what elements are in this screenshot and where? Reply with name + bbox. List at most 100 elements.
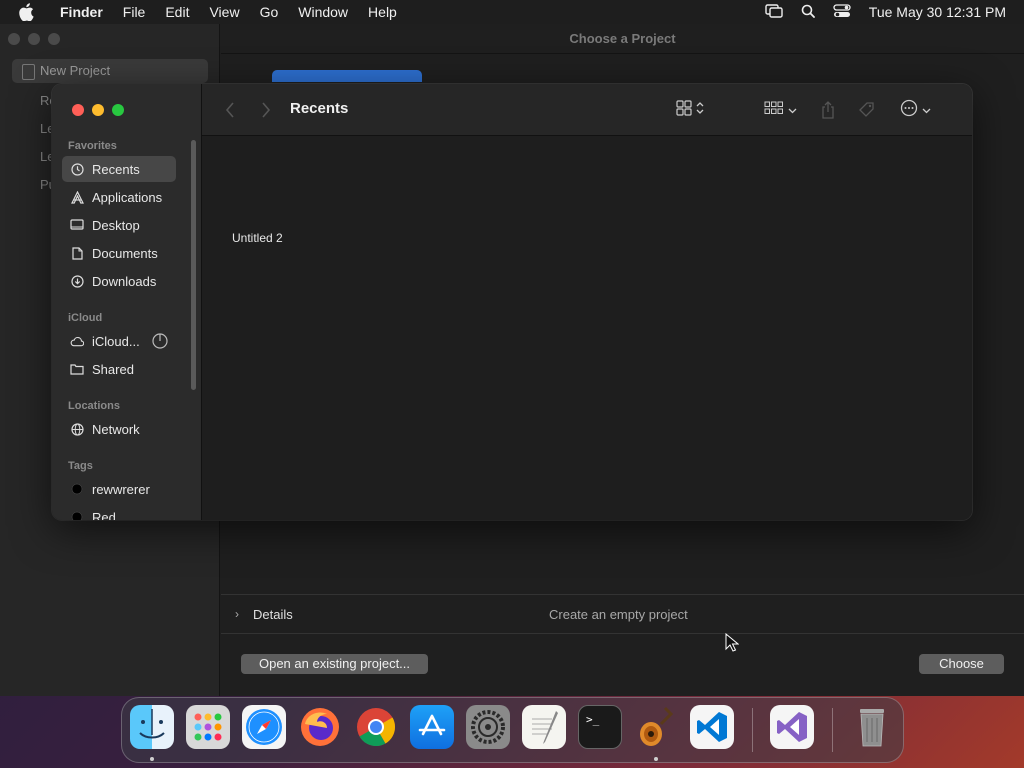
finder-window: Favorites Recents Applications Desktop D… [52, 84, 972, 520]
menu-view[interactable]: View [199, 4, 249, 20]
launchpad-icon[interactable] [186, 705, 230, 749]
sidebar-item-shared[interactable]: Shared [62, 356, 176, 382]
firefox-icon[interactable] [298, 705, 342, 749]
section-tags: Tags [68, 460, 93, 472]
chevron-up-down-icon [696, 101, 704, 120]
sidebar-item-label: Documents [92, 245, 158, 261]
window-title: Choose a Project [221, 24, 1024, 54]
details-row[interactable]: › Details Create an empty project [221, 594, 1024, 634]
sidebar-item-label: Desktop [92, 217, 140, 233]
view-mode-toggle[interactable] [676, 98, 704, 122]
sidebar-item-tag-rewwrerer[interactable]: rewwrerer [62, 476, 176, 502]
running-indicator [150, 757, 154, 761]
section-locations: Locations [68, 400, 120, 412]
sidebar-item-label: Downloads [92, 273, 157, 289]
sidebar-item-documents[interactable]: Documents [62, 240, 176, 266]
group-by-button[interactable] [764, 98, 797, 122]
safari-icon[interactable] [242, 705, 286, 749]
forward-chevron-icon[interactable] [256, 100, 276, 120]
menu-bar: Finder File Edit View Go Window Help Tue… [0, 0, 1024, 24]
app-store-icon[interactable] [410, 705, 454, 749]
more-actions-button[interactable] [900, 98, 931, 122]
finder-sidebar: Favorites Recents Applications Desktop D… [52, 84, 202, 520]
textedit-icon[interactable] [522, 705, 566, 749]
globe-icon [70, 422, 84, 436]
chevron-down-icon [922, 101, 931, 119]
dock-separator [752, 708, 753, 752]
tag-dot-icon [70, 510, 84, 520]
inactive-window-controls [8, 33, 60, 45]
sidebar-item-downloads[interactable]: Downloads [62, 268, 176, 294]
sidebar-item-label: rewwrerer [92, 481, 150, 497]
minimize-button-inactive[interactable] [28, 33, 40, 45]
file-list-area[interactable]: Untitled 2 [202, 136, 972, 520]
back-chevron-icon[interactable] [220, 100, 240, 120]
menu-file[interactable]: File [113, 4, 156, 20]
details-description: Create an empty project [549, 606, 688, 622]
close-button[interactable] [72, 104, 84, 116]
ellipsis-circle-icon [900, 99, 918, 122]
cloud-icon [70, 334, 84, 348]
tag-icon[interactable] [858, 98, 876, 122]
sidebar-item-label: Applications [92, 189, 163, 205]
sidebar-scrollbar[interactable] [191, 140, 196, 390]
clock-icon [70, 162, 84, 176]
screen-mirroring-icon[interactable] [765, 3, 783, 21]
window-controls [72, 104, 124, 116]
apple-icon[interactable] [16, 2, 36, 22]
menu-clock[interactable]: Tue May 30 12:31 PM [869, 4, 1006, 20]
sidebar-item-tag-red[interactable]: Red [62, 504, 176, 520]
trash-icon[interactable] [850, 705, 894, 749]
share-icon[interactable] [820, 98, 836, 122]
applications-icon [70, 190, 84, 204]
menu-app-name[interactable]: Finder [50, 4, 113, 20]
tag-dot-icon [70, 482, 84, 496]
sidebar-item-network[interactable]: Network [62, 416, 176, 442]
open-existing-project-button[interactable]: Open an existing project... [241, 654, 428, 674]
document-icon [70, 246, 84, 260]
menu-window[interactable]: Window [288, 4, 358, 20]
sidebar-item-recents[interactable]: Recents [62, 156, 176, 182]
desktop-icon [70, 218, 84, 232]
new-project-item[interactable]: New Project [12, 59, 208, 83]
close-button-inactive[interactable] [8, 33, 20, 45]
vscode-icon[interactable] [690, 705, 734, 749]
file-item[interactable]: Untitled 2 [232, 231, 283, 245]
dock-separator [832, 708, 833, 752]
selected-template-tile[interactable] [272, 70, 422, 82]
system-settings-icon[interactable] [466, 705, 510, 749]
download-icon [70, 274, 84, 288]
icon-view-icon [676, 99, 692, 121]
minimize-button[interactable] [92, 104, 104, 116]
terminal-icon[interactable]: >_ [578, 705, 622, 749]
menu-help[interactable]: Help [358, 4, 407, 20]
visual-studio-icon[interactable] [770, 705, 814, 749]
section-icloud: iCloud [68, 312, 103, 324]
mouse-cursor-icon [725, 632, 740, 658]
sidebar-item-icloud-drive[interactable]: iCloud... [62, 328, 182, 354]
sidebar-item-label: Recents [92, 161, 140, 177]
control-center-icon[interactable] [833, 3, 851, 21]
sidebar-item-applications[interactable]: Applications [62, 184, 176, 210]
menu-go[interactable]: Go [250, 4, 289, 20]
sidebar-item-desktop[interactable]: Desktop [62, 212, 176, 238]
spotlight-search-icon[interactable] [801, 4, 815, 21]
zoom-button[interactable] [112, 104, 124, 116]
svg-text:>_: >_ [586, 713, 600, 726]
chevron-right-icon[interactable]: › [235, 607, 245, 621]
details-label: Details [253, 606, 293, 622]
zoom-button-inactive[interactable] [48, 33, 60, 45]
chevron-down-icon [788, 101, 797, 119]
sidebar-item-label: iCloud... [92, 333, 140, 349]
shared-folder-icon [70, 362, 84, 376]
menu-edit[interactable]: Edit [155, 4, 199, 20]
running-indicator [654, 757, 658, 761]
chrome-icon[interactable] [354, 705, 398, 749]
group-grid-icon [764, 101, 784, 120]
choose-button[interactable]: Choose [919, 654, 1004, 674]
finder-title: Recents [290, 100, 349, 117]
garageband-icon[interactable] [634, 705, 678, 749]
finder-app-icon[interactable] [130, 705, 174, 749]
sidebar-item-label: Network [92, 421, 140, 437]
finder-toolbar: Recents [202, 84, 972, 136]
